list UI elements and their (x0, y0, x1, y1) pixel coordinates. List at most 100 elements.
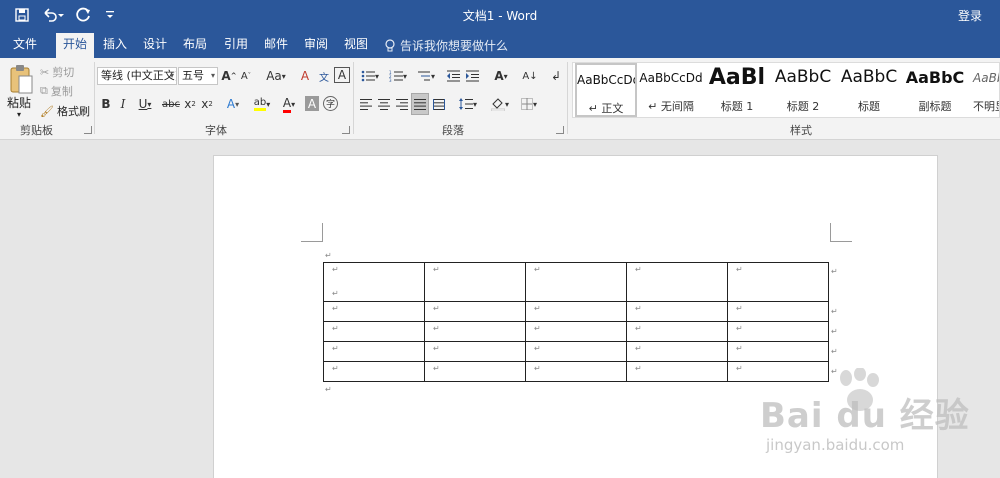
align-right-icon[interactable] (394, 95, 410, 113)
cell-mark: ↵ (433, 344, 440, 353)
cell-mark: ↵ (534, 324, 541, 333)
style-sample: AaBl (708, 65, 766, 90)
shrink-font-icon[interactable]: Aˇ (238, 67, 254, 85)
copy-button[interactable]: ⧉ 复制 (40, 83, 73, 99)
style-subtitle[interactable]: AaBbC 副标题 (903, 63, 967, 117)
borders-icon[interactable]: ▾ (516, 95, 542, 113)
table-cell[interactable]: ↵ (424, 341, 526, 362)
table-cell[interactable]: ↵ (727, 361, 829, 382)
clear-formatting-icon[interactable]: A (297, 67, 313, 85)
style-title[interactable]: AaBbC 标题 (837, 63, 901, 117)
table-cell[interactable]: ↵ (525, 361, 627, 382)
multilevel-list-icon[interactable]: ▾ (414, 67, 438, 85)
tab-mailings[interactable]: 邮件 (257, 36, 295, 58)
table-cell[interactable]: ↵ (424, 361, 526, 382)
table-cell[interactable]: ↵ (424, 262, 526, 302)
paste-button[interactable]: 粘贴 (7, 94, 31, 111)
style-no-spacing[interactable]: AaBbCcDd ↵ 无间隔 (639, 63, 703, 117)
line-spacing-icon[interactable]: ▾ (455, 95, 481, 113)
sort-icon[interactable]: A↓ (521, 67, 539, 85)
login-button[interactable]: 登录 (958, 7, 982, 24)
table-cell[interactable]: ↵ ↵ (323, 262, 425, 302)
text-effects-icon[interactable]: A ▾ (222, 95, 244, 113)
row-end-mark: ↵ (831, 347, 838, 356)
show-marks-icon[interactable]: ↲ (548, 67, 564, 85)
table-cell[interactable]: ↵ (626, 361, 728, 382)
table-cell[interactable]: ↵ (424, 301, 526, 322)
table-cell[interactable]: ↵ (626, 262, 728, 302)
strikethrough-icon[interactable]: abc (161, 95, 181, 113)
decrease-indent-icon[interactable] (444, 67, 462, 85)
superscript-icon[interactable]: x2 (200, 95, 214, 113)
style-heading-1[interactable]: AaBl 标题 1 (705, 63, 769, 117)
character-shading-icon[interactable]: A (305, 96, 319, 111)
chevron-down-icon: ▾ (169, 71, 174, 80)
table-cell[interactable]: ↵ (727, 262, 829, 302)
divider (353, 62, 354, 134)
increase-indent-icon[interactable] (463, 67, 481, 85)
table-cell[interactable]: ↵ (727, 341, 829, 362)
tab-design[interactable]: 设计 (136, 36, 174, 58)
justify-icon[interactable] (411, 93, 429, 115)
document-table[interactable]: ↵ ↵ ↵ ↵ ↵ ↵ ↵ ↵ ↵ ↵ ↵ ↵ ↵ ↵ ↵ ↵ ↵ ↵ ↵ ↵ … (323, 262, 829, 382)
table-cell[interactable]: ↵ (323, 301, 425, 322)
tab-review[interactable]: 审阅 (297, 36, 335, 58)
numbering-icon[interactable]: 1 2 3 ▾ (386, 67, 410, 85)
table-cell[interactable]: ↵ (323, 361, 425, 382)
clipboard-launcher-icon[interactable] (84, 126, 92, 134)
table-cell[interactable]: ↵ (525, 341, 627, 362)
font-launcher-icon[interactable] (342, 126, 350, 134)
tab-insert[interactable]: 插入 (96, 36, 134, 58)
style-heading-2[interactable]: AaBbC 标题 2 (771, 63, 835, 117)
paragraph-launcher-icon[interactable] (556, 126, 564, 134)
table-cell[interactable]: ↵ (727, 321, 829, 342)
table-cell[interactable]: ↵ (424, 321, 526, 342)
italic-icon[interactable]: I (116, 95, 130, 113)
bullets-icon[interactable]: ▾ (358, 67, 382, 85)
tab-view[interactable]: 视图 (337, 36, 375, 58)
paste-icon[interactable] (6, 62, 36, 98)
subscript-icon[interactable]: x2 (183, 95, 197, 113)
table-cell[interactable]: ↵ (525, 321, 627, 342)
align-center-icon[interactable] (376, 95, 392, 113)
font-size-select[interactable]: 五号 ▾ (178, 67, 218, 85)
chinese-layout-icon[interactable]: A ▾ (488, 67, 514, 85)
distributed-icon[interactable] (431, 95, 447, 113)
table-cell[interactable]: ↵ (626, 321, 728, 342)
enclose-characters-icon[interactable]: 字 (323, 96, 338, 111)
ribbon-home: 粘贴 ▾ ✂ 剪切 ⧉ 复制 🖌 格式刷 剪贴板 等线 (中文正文) ▾ 五号 … (0, 58, 1000, 140)
align-left-icon[interactable] (358, 95, 374, 113)
highlight-color-icon[interactable]: ab ▾ (250, 95, 274, 113)
font-color-icon[interactable]: A ▾ (278, 95, 300, 113)
table-cell[interactable]: ↵ (626, 301, 728, 322)
phonetic-guide-icon[interactable]: 文 (316, 67, 332, 85)
shading-icon[interactable]: ▾ (488, 95, 512, 113)
table-cell[interactable]: ↵ (323, 341, 425, 362)
bold-icon[interactable]: B (99, 95, 113, 113)
change-case-icon[interactable]: Aa ▾ (262, 67, 290, 85)
style-name: 副标题 (918, 100, 952, 113)
table-cell[interactable]: ↵ (727, 301, 829, 322)
style-normal[interactable]: AaBbCcDd ↵ 正文 (575, 63, 637, 117)
font-name-select[interactable]: 等线 (中文正文) ▾ (97, 67, 177, 85)
tab-layout[interactable]: 布局 (176, 36, 214, 58)
paste-dropdown-icon[interactable]: ▾ (17, 110, 21, 119)
tab-file[interactable]: 文件 (6, 36, 44, 58)
tell-me-box[interactable]: 告诉我你想要做什么 (384, 37, 508, 54)
styles-gallery: AaBbCcDd ↵ 正文 AaBbCcDd ↵ 无间隔 AaBl 标题 1 A… (572, 62, 1000, 118)
underline-icon[interactable]: U ▾ (134, 95, 156, 113)
table-cell[interactable]: ↵ (626, 341, 728, 362)
table-cell[interactable]: ↵ (525, 301, 627, 322)
table-cell[interactable]: ↵ (525, 262, 627, 302)
chevron-down-icon: ▾ (210, 71, 215, 80)
tab-home[interactable]: 开始 (56, 33, 94, 58)
lightbulb-icon (385, 38, 395, 51)
grow-font-icon[interactable]: A ^ (221, 67, 237, 85)
cell-mark: ↵ (534, 364, 541, 373)
format-painter-button[interactable]: 🖌 格式刷 (40, 103, 90, 119)
character-border-icon[interactable]: A (334, 67, 350, 83)
tab-references[interactable]: 引用 (217, 36, 255, 58)
style-subtle-emphasis[interactable]: AaBb 不明显 (969, 63, 999, 117)
table-cell[interactable]: ↵ (323, 321, 425, 342)
cut-button[interactable]: ✂ 剪切 (40, 64, 74, 80)
